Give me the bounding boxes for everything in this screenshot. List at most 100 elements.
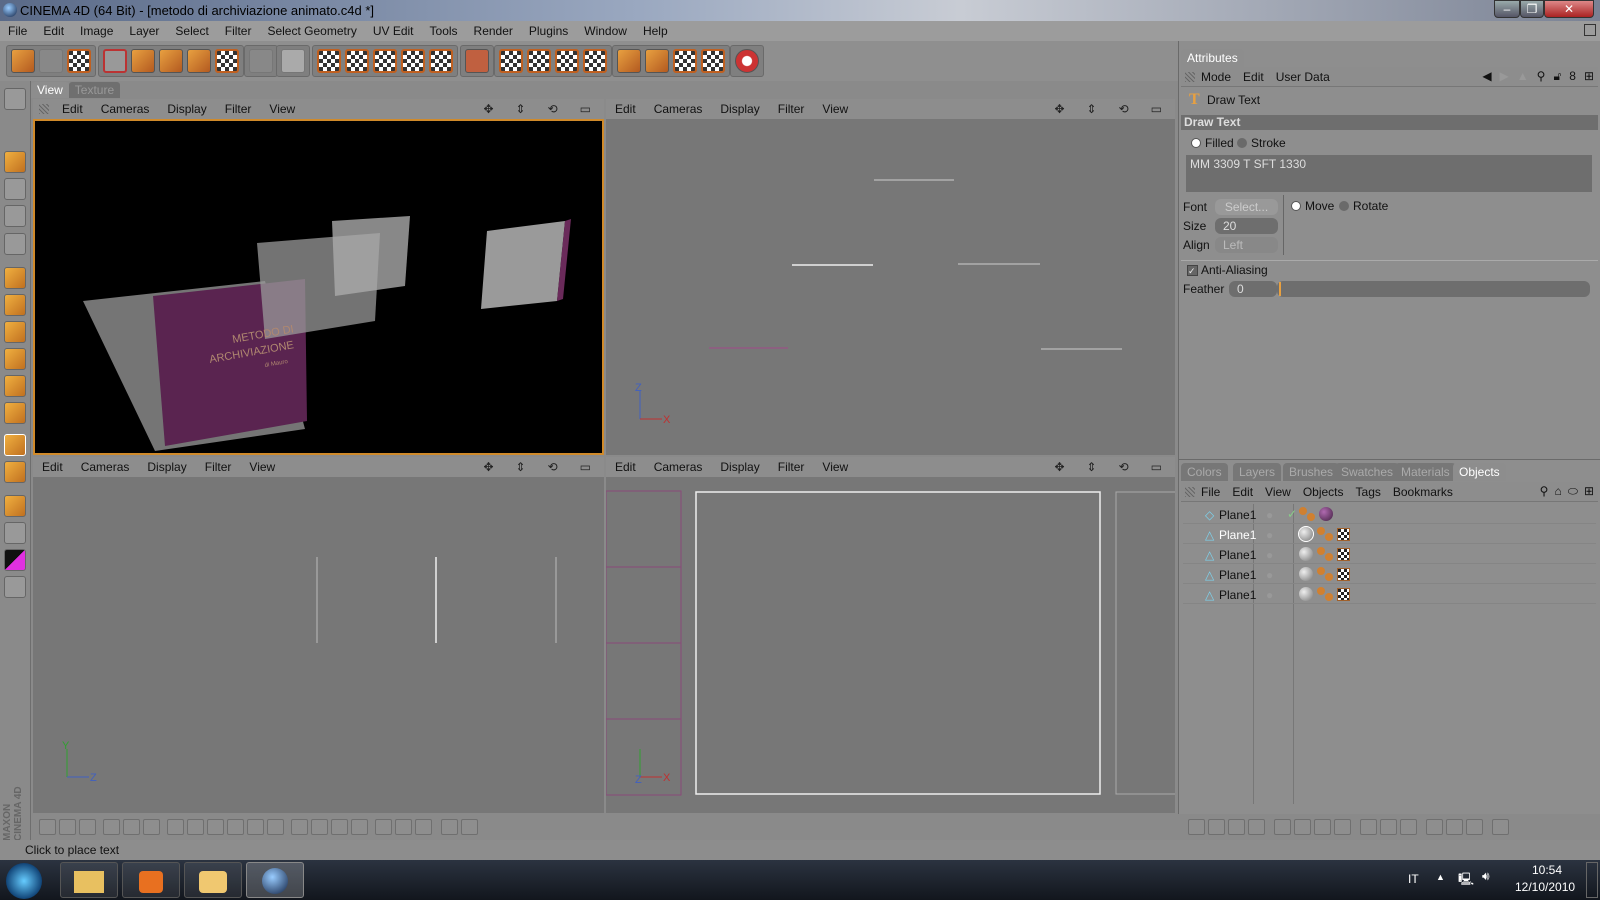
tab-swatches[interactable]: Swatches (1335, 463, 1400, 481)
object-name[interactable]: Plane1 (1219, 588, 1256, 602)
pan-icon[interactable]: ✥ (474, 102, 502, 116)
tool-icon[interactable] (311, 819, 328, 835)
render-icon[interactable] (465, 49, 489, 73)
uvw-tag-icon[interactable] (1317, 527, 1333, 541)
text-input[interactable]: MM 3309 T SFT 1330 (1186, 155, 1592, 192)
material-tag-icon[interactable] (1299, 587, 1313, 601)
taskbar-explorer[interactable] (60, 862, 118, 898)
feather-slider[interactable] (1277, 281, 1590, 297)
tool-icon[interactable] (1274, 819, 1291, 835)
taskbar-mail[interactable] (184, 862, 242, 898)
3d-paint-icon[interactable] (281, 49, 305, 73)
menu-layer[interactable]: Layer (121, 24, 167, 38)
lock-icon[interactable] (215, 49, 239, 73)
paint-all-icon[interactable] (317, 49, 341, 73)
tool-icon[interactable] (1228, 819, 1245, 835)
vp-menu-view[interactable]: View (260, 102, 304, 116)
object-name[interactable]: Plane1 (1219, 508, 1256, 522)
object-row[interactable]: △ Plane1 ● (1183, 544, 1596, 564)
taskbar-media-player[interactable] (122, 862, 180, 898)
edges-mode-icon[interactable] (673, 49, 697, 73)
clock-time[interactable]: 10:54 (1532, 863, 1562, 877)
uv-points-icon[interactable] (527, 49, 551, 73)
tool-icon[interactable] (1248, 819, 1265, 835)
tool-icon[interactable] (1334, 819, 1351, 835)
home-icon[interactable]: ⌂ (1554, 484, 1561, 499)
tool-icon[interactable] (207, 819, 224, 835)
clone-stamp-icon[interactable] (4, 294, 26, 316)
menu-filter[interactable]: Filter (217, 24, 260, 38)
volume-icon[interactable]: 🔊︎ (1482, 869, 1490, 884)
pan-icon[interactable]: ✥ (1045, 102, 1073, 116)
tab-layers[interactable]: Layers (1233, 463, 1282, 481)
search-icon[interactable]: ⚲ (1537, 69, 1546, 84)
object-name[interactable]: Plane1 (1219, 548, 1256, 562)
dolly-icon[interactable]: ⇕ (1078, 102, 1106, 116)
orbit-icon[interactable]: ⟲ (539, 102, 567, 116)
paint-single-icon[interactable] (345, 49, 369, 73)
tab-attributes[interactable]: Attributes (1181, 49, 1244, 67)
tool-icon[interactable] (1360, 819, 1377, 835)
fill-icon[interactable] (4, 348, 26, 370)
vp-menu-view[interactable]: View (813, 102, 857, 116)
stroke-radio[interactable]: Stroke (1237, 136, 1286, 150)
forward-arrow-icon[interactable]: ▶ (1500, 69, 1509, 84)
tool-icon[interactable] (123, 819, 140, 835)
texture-tag-icon[interactable] (1337, 528, 1350, 541)
move-tool-icon[interactable] (4, 151, 26, 173)
layer-sphere-icon[interactable] (735, 49, 759, 73)
material-tag-icon[interactable] (1299, 567, 1313, 581)
uvw-tag-icon[interactable] (1317, 547, 1333, 561)
tab-view[interactable]: View (31, 82, 69, 98)
rect-select-icon[interactable] (4, 178, 26, 200)
minimize-button[interactable]: – (1494, 0, 1520, 18)
visibility-dot-icon[interactable]: ● (1266, 528, 1273, 542)
vp-menu-display[interactable]: Display (711, 460, 768, 474)
dolly-icon[interactable]: ⇕ (507, 460, 535, 474)
object-name[interactable]: Plane1 (1219, 528, 1256, 542)
lock-icon[interactable]: 🔓︎ (1553, 69, 1561, 84)
tool-icon[interactable] (291, 819, 308, 835)
texture-tag-icon[interactable] (1337, 568, 1350, 581)
clock-date[interactable]: 12/10/2010 (1515, 880, 1575, 894)
material-tag-icon[interactable] (1298, 526, 1314, 542)
tab-brushes[interactable]: Brushes (1283, 463, 1340, 481)
tool-icon[interactable] (103, 819, 120, 835)
viewport-front[interactable]: Edit Cameras Display Filter View ✥ ⇕ ⟲ ▭ Z … (606, 457, 1175, 813)
obj-menu-edit[interactable]: Edit (1226, 485, 1259, 499)
viewport-right[interactable]: Edit Cameras Display Filter View ✥ ⇕ ⟲ ▭ Y … (33, 457, 604, 813)
size-stepper[interactable]: 20 (1215, 218, 1278, 234)
front-canvas[interactable]: Z X (606, 477, 1175, 813)
tool-icon[interactable] (1314, 819, 1331, 835)
text-tool-icon[interactable] (4, 434, 26, 456)
tool-icon[interactable] (1208, 819, 1225, 835)
menu-render[interactable]: Render (466, 24, 521, 38)
move-icon[interactable] (131, 49, 155, 73)
object-row[interactable]: △ Plane1 ● (1183, 584, 1596, 604)
polygons-mode-icon[interactable] (701, 49, 725, 73)
vp-menu-cameras[interactable]: Cameras (645, 460, 712, 474)
paint-enable-icon[interactable] (373, 49, 397, 73)
lasso-select-icon[interactable] (4, 205, 26, 227)
uv-checker-icon[interactable] (583, 49, 607, 73)
new-panel-icon[interactable]: ⊞ (1584, 69, 1594, 84)
model-mode-icon[interactable] (617, 49, 641, 73)
show-desktop-button[interactable] (1586, 862, 1598, 898)
tool-icon[interactable] (1400, 819, 1417, 835)
tool-icon[interactable] (331, 819, 348, 835)
language-indicator[interactable]: IT (1408, 872, 1419, 886)
vp-menu-filter[interactable]: Filter (216, 102, 261, 116)
tool-icon[interactable] (143, 819, 160, 835)
move-radio[interactable]: Move (1291, 199, 1334, 213)
star-icon[interactable] (4, 461, 26, 483)
menu-window[interactable]: Window (576, 24, 635, 38)
material-tag-icon[interactable] (1299, 547, 1313, 561)
obj-menu-bookmarks[interactable]: Bookmarks (1387, 485, 1459, 499)
vp-menu-filter[interactable]: Filter (769, 102, 814, 116)
color-swatch-icon[interactable] (4, 549, 26, 571)
eye-icon[interactable]: ⬭ (1568, 484, 1578, 499)
mask-icon[interactable] (4, 576, 26, 598)
vp-menu-view[interactable]: View (240, 460, 284, 474)
drop-icon[interactable] (4, 375, 26, 397)
menu-edit[interactable]: Edit (35, 24, 72, 38)
